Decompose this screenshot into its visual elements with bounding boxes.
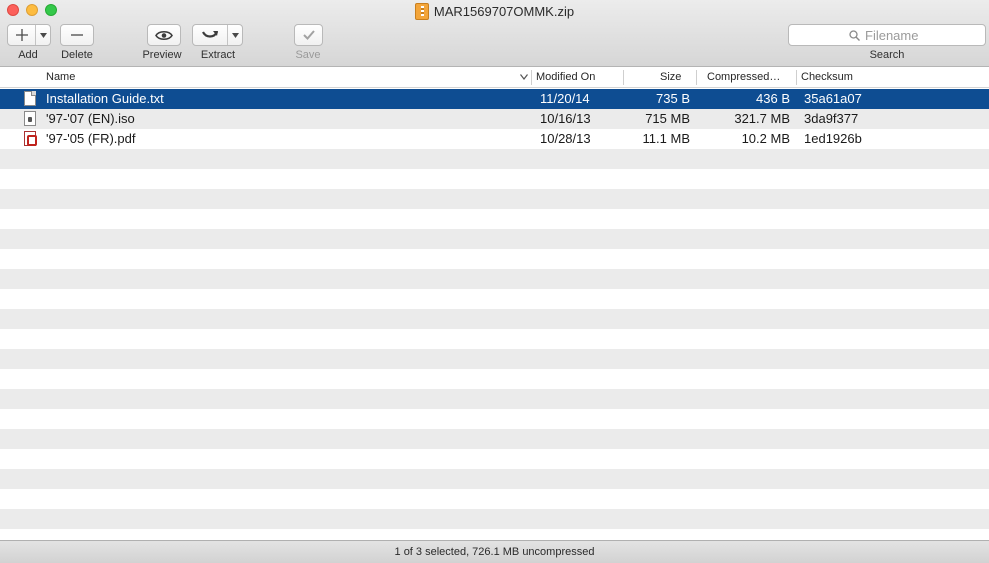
disk-image-icon <box>24 111 37 127</box>
extract-button[interactable] <box>192 24 243 46</box>
window-title: MAR1569707OMMK.zip <box>433 3 575 19</box>
table-row[interactable]: '97-'07 (EN).iso 10/16/13 715 MB 321.7 M… <box>0 109 989 129</box>
save-label: Save <box>295 49 321 61</box>
search-label: Search <box>869 49 905 61</box>
file-checksum: 1ed1926b <box>804 131 862 146</box>
minus-icon <box>71 34 83 36</box>
empty-row <box>0 509 989 529</box>
column-divider[interactable] <box>796 70 797 85</box>
file-compressed-size: 321.7 MB <box>734 111 790 126</box>
add-dropdown-arrow-icon[interactable] <box>35 25 50 45</box>
file-compressed-size: 436 B <box>756 91 790 106</box>
empty-row <box>0 489 989 509</box>
column-divider[interactable] <box>531 70 532 85</box>
file-modified: 11/20/14 <box>540 91 590 106</box>
file-size: 11.1 MB <box>642 131 690 146</box>
file-name: '97-'07 (EN).iso <box>46 111 135 126</box>
file-size: 715 MB <box>645 111 690 126</box>
empty-row <box>0 449 989 469</box>
checkmark-icon <box>302 30 315 40</box>
window-title-bar: MAR1569707OMMK.zip <box>0 2 989 20</box>
pdf-file-icon <box>24 131 37 147</box>
empty-row <box>0 409 989 429</box>
preview-label: Preview <box>142 49 182 61</box>
empty-row <box>0 309 989 329</box>
empty-row <box>0 329 989 349</box>
preview-button[interactable] <box>147 24 181 46</box>
column-divider[interactable] <box>696 70 697 85</box>
eye-icon <box>155 30 173 40</box>
empty-row <box>0 149 989 169</box>
file-modified: 10/28/13 <box>540 131 591 146</box>
empty-row <box>0 469 989 489</box>
empty-row <box>0 209 989 229</box>
empty-row <box>0 269 989 289</box>
empty-row <box>0 349 989 369</box>
empty-row <box>0 169 989 189</box>
column-header-name[interactable]: Name <box>46 67 75 88</box>
extract-icon[interactable] <box>193 25 227 45</box>
empty-row <box>0 249 989 269</box>
empty-row <box>0 189 989 209</box>
file-size: 735 B <box>656 91 690 106</box>
column-header-compressed[interactable]: Compressed… <box>707 67 780 88</box>
table-header: Name Modified On Size Compressed… Checks… <box>0 67 989 88</box>
column-header-size[interactable]: Size <box>660 67 681 88</box>
file-name: Installation Guide.txt <box>46 91 164 106</box>
delete-label: Delete <box>61 49 93 61</box>
column-header-modified[interactable]: Modified On <box>536 67 595 88</box>
search-input[interactable] <box>865 27 925 43</box>
status-text: 1 of 3 selected, 726.1 MB uncompressed <box>394 546 595 558</box>
extract-label: Extract <box>200 49 236 61</box>
empty-row <box>0 229 989 249</box>
search-icon <box>849 29 860 41</box>
empty-row <box>0 529 989 540</box>
column-divider[interactable] <box>623 70 624 85</box>
extract-dropdown-arrow-icon[interactable] <box>227 25 242 45</box>
delete-button[interactable] <box>60 24 94 46</box>
add-button[interactable] <box>7 24 51 46</box>
table-row[interactable]: '97-'05 (FR).pdf 10/28/13 11.1 MB 10.2 M… <box>0 129 989 149</box>
empty-row <box>0 429 989 449</box>
file-compressed-size: 10.2 MB <box>741 131 790 146</box>
empty-row <box>0 389 989 409</box>
file-list: Installation Guide.txt 11/20/14 735 B 43… <box>0 89 989 540</box>
file-modified: 10/16/13 <box>540 111 591 126</box>
empty-row <box>0 289 989 309</box>
empty-row <box>0 369 989 389</box>
save-button[interactable] <box>294 24 323 46</box>
text-file-icon <box>24 91 37 107</box>
file-checksum: 3da9f377 <box>804 111 859 126</box>
status-bar: 1 of 3 selected, 726.1 MB uncompressed <box>0 540 989 563</box>
column-header-checksum[interactable]: Checksum <box>801 67 853 88</box>
sort-chevron-down-icon[interactable] <box>520 74 528 80</box>
file-checksum: 35a61a07 <box>804 91 862 106</box>
table-row[interactable]: Installation Guide.txt 11/20/14 735 B 43… <box>0 89 989 109</box>
add-icon[interactable] <box>8 25 35 45</box>
zip-archive-icon <box>414 2 429 20</box>
file-name: '97-'05 (FR).pdf <box>46 131 136 146</box>
toolbar: MAR1569707OMMK.zip Add Delete Preview Ex… <box>0 0 989 67</box>
search-field[interactable] <box>788 24 986 46</box>
